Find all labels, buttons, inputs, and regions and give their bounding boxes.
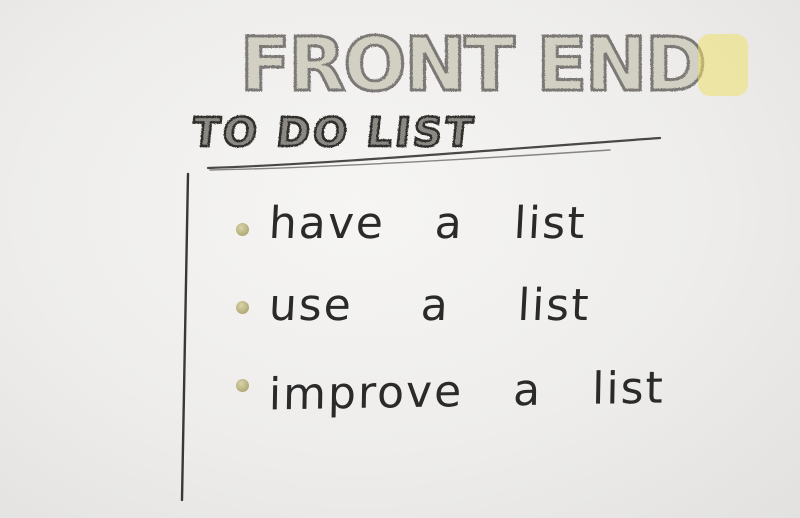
- front-end-heading-art: FRONT END: [239, 21, 748, 110]
- bullet-dot: [236, 378, 249, 392]
- list-item: improve a list: [236, 346, 756, 424]
- bullet-dot: [236, 222, 249, 236]
- bullet-dot: [236, 300, 249, 314]
- front-end-heading: FRONT END: [236, 12, 756, 110]
- list-item-label: use a list: [267, 279, 592, 331]
- heading-underline: [206, 136, 662, 171]
- list-item: have a list: [236, 190, 756, 268]
- paper-sheet: FRONT END TO DO LIST have a list use a l…: [0, 0, 800, 518]
- todo-list: have a list use a list improve a list: [236, 190, 756, 424]
- list-item: use a list: [236, 268, 756, 346]
- margin-line: [180, 172, 190, 502]
- yellow-d-highlight: [698, 34, 748, 96]
- front-end-text: FRONT END: [240, 22, 705, 108]
- list-item-label: have a list: [267, 197, 588, 249]
- list-item-label: improve a list: [268, 362, 666, 420]
